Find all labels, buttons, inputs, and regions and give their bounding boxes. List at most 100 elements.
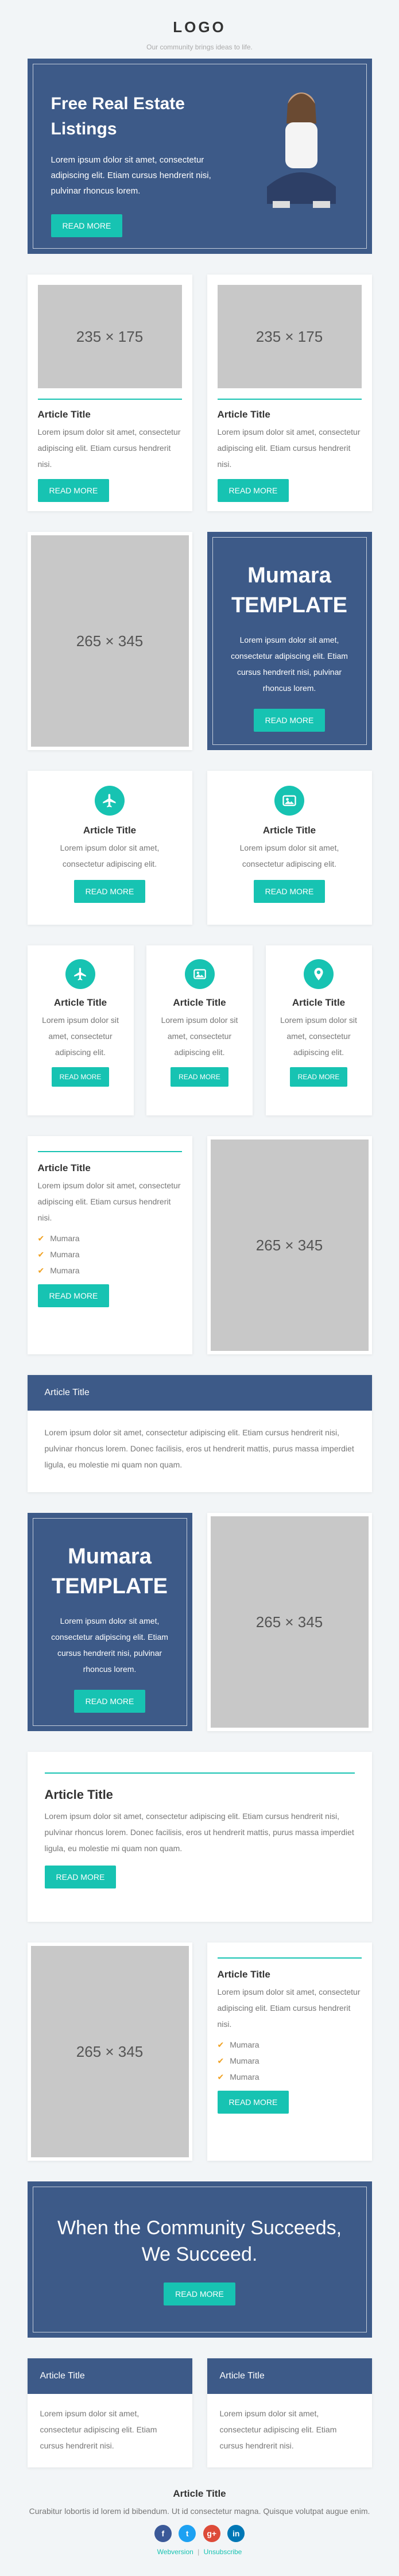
list-item: ✔ Mumara <box>217 2040 259 2049</box>
icon-article-card: Article Title Lorem ipsum dolor sit amet… <box>27 945 134 1115</box>
article-body: Lorem ipsum dolor sit amet, consectetur … <box>161 1015 238 1057</box>
two-col-articles: 235 × 175 Article Title Lorem ipsum dolo… <box>27 275 372 511</box>
article-header-bar: Article Title <box>27 2358 192 2394</box>
check-icon: ✔ <box>37 1234 45 1243</box>
divider <box>37 1151 182 1152</box>
unsubscribe-link[interactable]: Unsubscribe <box>204 2548 242 2556</box>
icon-article-card: Article Title Lorem ipsum dolor sit amet… <box>146 945 253 1115</box>
image-placeholder: 265 × 345 <box>210 1140 369 1351</box>
list-item: ✔ Mumara <box>37 1234 80 1243</box>
footer: Article Title Curabitur lobortis id lore… <box>28 2488 372 2556</box>
wide-article-card: Article Title Lorem ipsum dolor sit amet… <box>27 1375 372 1492</box>
footer-body: Curabitur lobortis id lorem id bibendum.… <box>29 2507 370 2516</box>
article-body: Lorem ipsum dolor sit amet, consectetur … <box>219 2409 337 2450</box>
link-separator: | <box>197 2548 200 2556</box>
social-links: f t g+ in <box>28 2525 372 2542</box>
list-image-row: Article Title Lorem ipsum dolor sit amet… <box>27 1136 372 1354</box>
article-title: Article Title <box>83 825 137 836</box>
check-icon: ✔ <box>217 2072 224 2081</box>
icon-articles-3: Article Title Lorem ipsum dolor sit amet… <box>27 945 372 1115</box>
read-more-button[interactable]: READ MORE <box>217 2091 289 2114</box>
wide-article-card: Article Title Lorem ipsum dolor sit amet… <box>27 1752 372 1922</box>
tagline: Our community brings ideas to life. <box>146 43 253 51</box>
article-body: Lorem ipsum dolor sit amet, consectetur … <box>239 843 339 868</box>
article-title: Article Title <box>262 825 316 836</box>
read-more-button[interactable]: READ MORE <box>73 880 146 903</box>
image-placeholder: 265 × 345 <box>210 1516 369 1728</box>
logo: LOGO <box>173 18 226 36</box>
airplane-icon <box>65 959 95 989</box>
article-card: 235 × 175 Article Title Lorem ipsum dolo… <box>207 275 372 511</box>
check-icon: ✔ <box>217 2040 224 2049</box>
image-template-row: 265 × 345 Mumara TEMPLATE Lorem ipsum do… <box>27 532 372 750</box>
header-article-card: Article Title Lorem ipsum dolor sit amet… <box>207 2358 372 2467</box>
icon-articles-2: Article Title Lorem ipsum dolor sit amet… <box>27 771 372 925</box>
read-more-button[interactable]: READ MORE <box>51 1067 110 1087</box>
template-heading: Mumara TEMPLATE <box>52 1544 168 1598</box>
google-plus-icon[interactable]: g+ <box>203 2525 220 2542</box>
template-image-row: Mumara TEMPLATE Lorem ipsum dolor sit am… <box>27 1513 372 1731</box>
article-title: Article Title <box>44 1787 113 1802</box>
check-icon: ✔ <box>37 1250 45 1259</box>
twitter-icon[interactable]: t <box>179 2525 196 2542</box>
image-gallery-icon <box>184 959 215 989</box>
read-more-button[interactable]: READ MORE <box>73 1690 146 1713</box>
divider <box>217 399 362 400</box>
image-card: 265 × 345 <box>27 1942 192 2161</box>
image-card: 265 × 345 <box>27 532 192 750</box>
article-header-bar: Article Title <box>207 2358 372 2394</box>
image-list-row: 265 × 345 Article Title Lorem ipsum dolo… <box>27 1942 372 2161</box>
read-more-button[interactable]: READ MORE <box>37 1284 110 1307</box>
image-card: 265 × 345 <box>207 1136 372 1354</box>
article-title: Article Title <box>37 409 91 420</box>
list-item: ✔ Mumara <box>217 2056 259 2065</box>
article-body: Lorem ipsum dolor sit amet, consectetur … <box>44 1812 354 1853</box>
article-title: Article Title <box>53 997 107 1008</box>
divider <box>217 1957 362 1959</box>
list-article-card: Article Title Lorem ipsum dolor sit amet… <box>207 1942 372 2161</box>
read-more-button[interactable]: READ MORE <box>171 1067 228 1087</box>
check-icon: ✔ <box>217 2056 224 2065</box>
banner-frame: When the Community Succeeds, We Succeed.… <box>32 2187 367 2332</box>
read-more-button[interactable]: READ MORE <box>217 479 289 502</box>
list-item: ✔ Mumara <box>217 2072 259 2081</box>
article-body: Lorem ipsum dolor sit amet, consectetur … <box>217 1987 361 2029</box>
icon-article-card: Article Title Lorem ipsum dolor sit amet… <box>265 945 372 1115</box>
list-item: ✔ Mumara <box>37 1250 80 1259</box>
facebook-icon[interactable]: f <box>154 2525 172 2542</box>
read-more-button[interactable]: READ MORE <box>37 479 110 502</box>
hero-title: Free Real Estate Listings <box>51 94 185 138</box>
footer-title: Article Title <box>173 2488 226 2499</box>
header: LOGO Our community brings ideas to life. <box>28 0 372 59</box>
article-body: Lorem ipsum dolor sit amet, consectetur … <box>60 843 160 868</box>
read-more-button[interactable]: READ MORE <box>253 709 326 732</box>
article-body: Lorem ipsum dolor sit amet, consectetur … <box>44 1428 354 1469</box>
linkedin-icon[interactable]: in <box>227 2525 245 2542</box>
read-more-button[interactable]: READ MORE <box>289 1067 348 1087</box>
read-more-button[interactable]: READ MORE <box>253 880 326 903</box>
article-body: Lorem ipsum dolor sit amet, consectetur … <box>37 427 181 469</box>
webversion-link[interactable]: Webversion <box>157 2548 193 2556</box>
template-frame: Mumara TEMPLATE Lorem ipsum dolor sit am… <box>32 1518 187 1726</box>
person-photo <box>266 92 336 208</box>
article-body: Lorem ipsum dolor sit amet, consectetur … <box>37 1181 181 1222</box>
banner-heading: When the Community Succeeds, We Succeed. <box>57 2217 342 2265</box>
read-more-button[interactable]: READ MORE <box>164 2283 235 2305</box>
article-body: Lorem ipsum dolor sit amet, consectetur … <box>42 1015 119 1057</box>
icon-article-card: Article Title Lorem ipsum dolor sit amet… <box>207 771 372 925</box>
read-more-button[interactable]: READ MORE <box>44 1866 117 1888</box>
hero-read-more-button[interactable]: READ MORE <box>51 214 123 237</box>
article-card: 235 × 175 Article Title Lorem ipsum dolo… <box>27 275 192 511</box>
image-card: 265 × 345 <box>207 1513 372 1731</box>
template-body: Lorem ipsum dolor sit amet, consectetur … <box>231 635 348 693</box>
article-title: Article Title <box>217 1969 270 1980</box>
header-articles-row: Article Title Lorem ipsum dolor sit amet… <box>27 2358 372 2467</box>
article-title: Article Title <box>217 409 270 420</box>
email-container: LOGO Our community brings ideas to life.… <box>27 0 372 2556</box>
template-heading: Mumara TEMPLATE <box>231 563 347 617</box>
icon-article-card: Article Title Lorem ipsum dolor sit amet… <box>27 771 192 925</box>
article-title: Article Title <box>173 997 226 1008</box>
image-placeholder: 235 × 175 <box>217 285 362 388</box>
image-gallery-icon <box>274 786 304 816</box>
image-placeholder: 265 × 345 <box>30 535 189 747</box>
